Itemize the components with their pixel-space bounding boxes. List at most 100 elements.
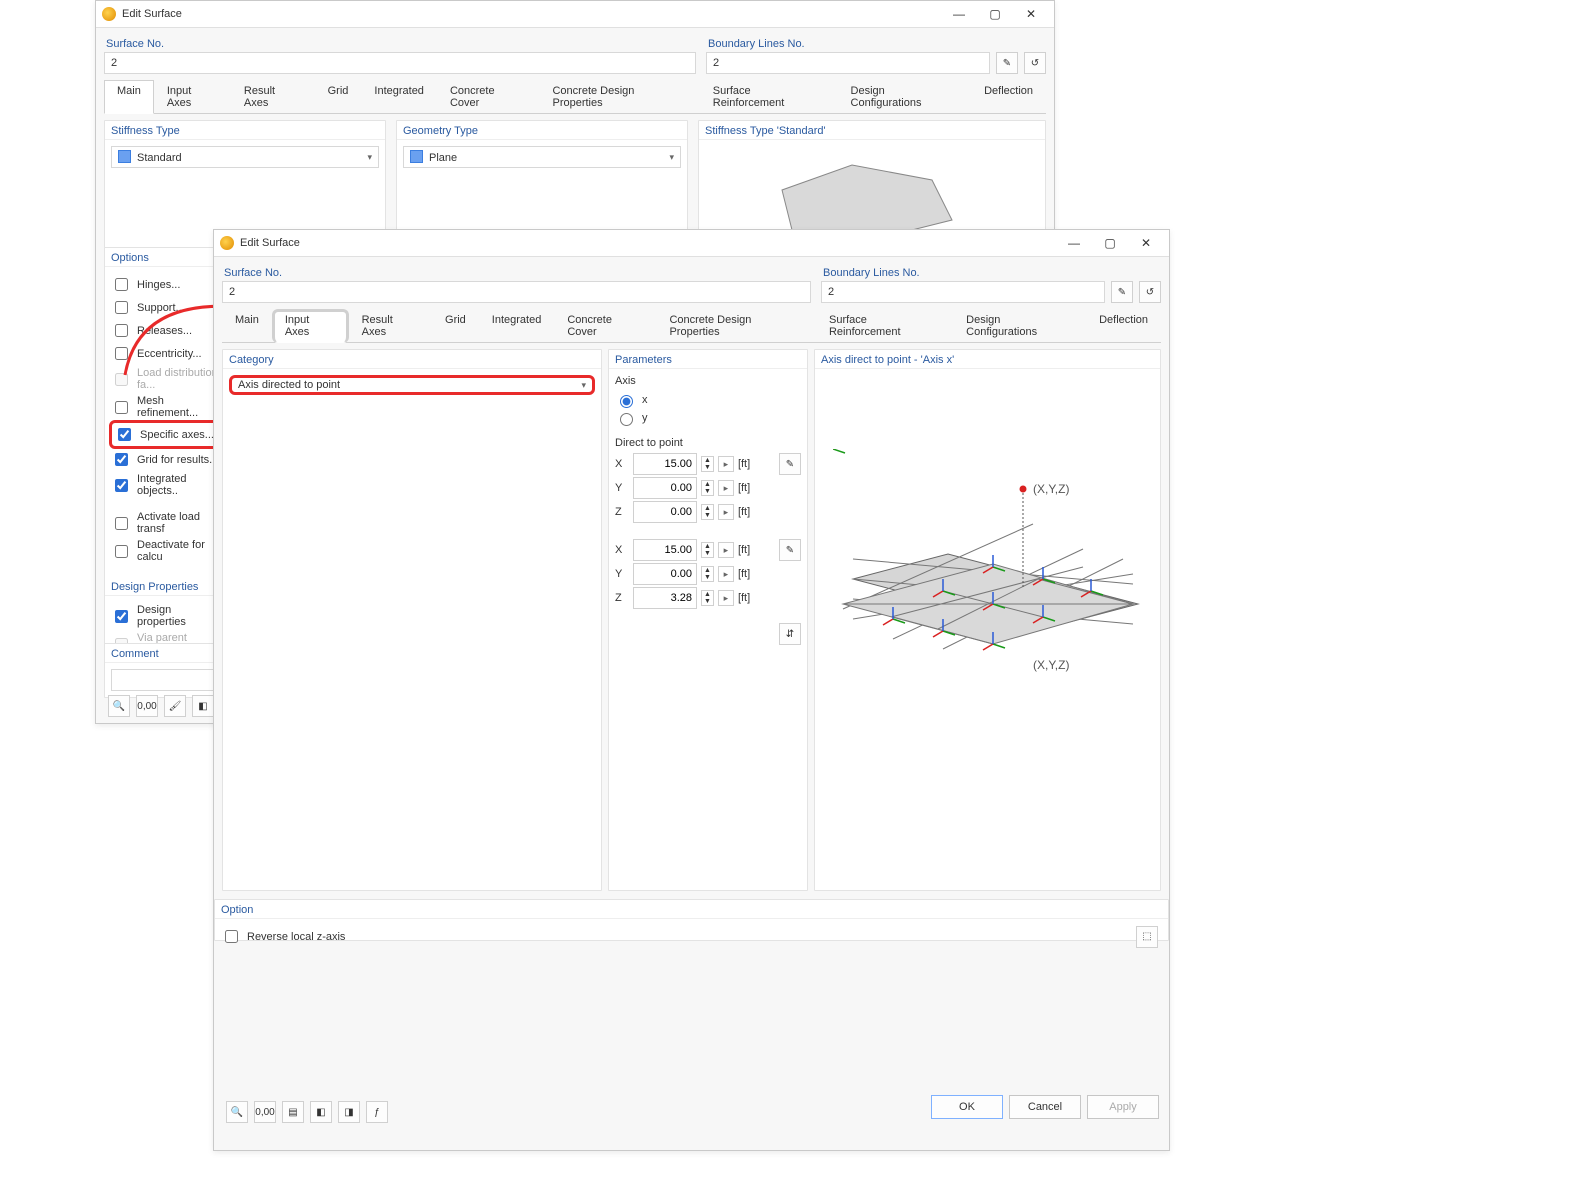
loop-button[interactable]: ↺ <box>1139 281 1161 303</box>
coord2-x[interactable] <box>633 539 697 561</box>
coord2-z[interactable] <box>633 587 697 609</box>
help-icon[interactable]: 🔍 <box>108 695 130 717</box>
surface-no-label: Surface No. <box>222 263 811 281</box>
color-icon[interactable]: 🖌 <box>164 695 186 717</box>
coord2-y[interactable] <box>633 563 697 585</box>
tb4-icon[interactable]: ◧ <box>310 1101 332 1123</box>
coord1-x[interactable] <box>633 453 697 475</box>
pick-lines-button[interactable]: ✎ <box>1111 281 1133 303</box>
option-deactivate-for-calcu[interactable]: Deactivate for calcu <box>111 537 219 565</box>
cancel-button[interactable]: Cancel <box>1009 1095 1081 1119</box>
tb5-icon[interactable]: ◨ <box>338 1101 360 1123</box>
spin-button[interactable]: ▲▼ <box>701 456 714 472</box>
option-mesh-refinement[interactable]: Mesh refinement... <box>111 393 219 421</box>
tab-result-axes[interactable]: Result Axes <box>349 309 432 342</box>
extra1-icon[interactable]: ◧ <box>192 695 214 717</box>
option-integrated-objects[interactable]: Integrated objects.. <box>111 471 219 499</box>
tab-input-axes[interactable]: Input Axes <box>272 309 349 343</box>
locate-button[interactable]: ✎ <box>779 539 801 561</box>
units-icon[interactable]: 0,00 <box>136 695 158 717</box>
pick-lines-button[interactable]: ✎ <box>996 52 1018 74</box>
titlebar[interactable]: Edit Surface — ▢ ✕ <box>214 230 1169 257</box>
locate-button[interactable]: ✎ <box>779 453 801 475</box>
pick-icon[interactable]: ▸ <box>718 590 734 606</box>
help-icon[interactable]: 🔍 <box>226 1101 248 1123</box>
tab-concrete-cover[interactable]: Concrete Cover <box>554 309 656 342</box>
pick-icon[interactable]: ▸ <box>718 504 734 520</box>
tab-surface-reinforcement[interactable]: Surface Reinforcement <box>816 309 953 342</box>
tab-main[interactable]: Main <box>222 309 272 342</box>
tab-integrated[interactable]: Integrated <box>361 80 437 113</box>
tab-deflection[interactable]: Deflection <box>971 80 1046 113</box>
spin-button[interactable]: ▲▼ <box>701 504 714 520</box>
boundary-lines-label: Boundary Lines No. <box>706 34 1046 52</box>
boundary-lines-input[interactable]: 2 <box>821 281 1105 303</box>
surface-no-input[interactable]: 2 <box>222 281 811 303</box>
option-support[interactable]: Support... <box>111 296 219 319</box>
tab-deflection[interactable]: Deflection <box>1086 309 1161 342</box>
tabs: Main Input Axes Result Axes Grid Integra… <box>222 309 1161 343</box>
preview-axis-label: Axis direct to point - 'Axis x' <box>815 350 1160 369</box>
spin-button[interactable]: ▲▼ <box>701 480 714 496</box>
maximize-button[interactable]: ▢ <box>978 4 1012 24</box>
tab-main[interactable]: Main <box>104 80 154 114</box>
tab-design-configurations[interactable]: Design Configurations <box>953 309 1086 342</box>
comment-input[interactable] <box>111 669 219 691</box>
titlebar[interactable]: Edit Surface — ▢ ✕ <box>96 1 1054 28</box>
geometry-type-combo[interactable]: Plane ▾ <box>403 146 681 168</box>
tab-design-configurations[interactable]: Design Configurations <box>838 80 972 113</box>
option-label: Option <box>215 900 1168 919</box>
option-hinges[interactable]: Hinges... <box>111 273 219 296</box>
options-label: Options <box>105 248 225 267</box>
align-button[interactable]: ⬚ <box>1136 926 1158 948</box>
close-button[interactable]: ✕ <box>1129 233 1163 253</box>
preview-3d: (X,Y,Z) (X,Y,Z) <box>833 449 1143 639</box>
anno-bottom: (X,Y,Z) <box>1033 658 1069 672</box>
tab-grid[interactable]: Grid <box>315 80 362 113</box>
axis-x-radio[interactable]: x <box>615 391 801 409</box>
maximize-button[interactable]: ▢ <box>1093 233 1127 253</box>
pick-icon[interactable]: ▸ <box>718 480 734 496</box>
tab-result-axes[interactable]: Result Axes <box>231 80 315 113</box>
spin-button[interactable]: ▲▼ <box>701 566 714 582</box>
minimize-button[interactable]: — <box>942 4 976 24</box>
units-icon[interactable]: 0,00 <box>254 1101 276 1123</box>
swap-button[interactable]: ⇵ <box>779 623 801 645</box>
app-icon <box>102 7 116 21</box>
option-activate-load-transf[interactable]: Activate load transf <box>111 509 219 537</box>
tab-surface-reinforcement[interactable]: Surface Reinforcement <box>700 80 838 113</box>
tab-concrete-design-props[interactable]: Concrete Design Properties <box>656 309 816 342</box>
tab-grid[interactable]: Grid <box>432 309 479 342</box>
design-design-properties[interactable]: Design properties <box>111 602 219 630</box>
tab-integrated[interactable]: Integrated <box>479 309 555 342</box>
apply-button[interactable]: Apply <box>1087 1095 1159 1119</box>
chevron-down-icon: ▾ <box>581 380 586 391</box>
coord1-y[interactable] <box>633 477 697 499</box>
minimize-button[interactable]: — <box>1057 233 1091 253</box>
axis-y-radio[interactable]: y <box>615 409 801 427</box>
category-combo[interactable]: Axis directed to point ▾ <box>229 375 595 395</box>
surface-no-input[interactable]: 2 <box>104 52 696 74</box>
coord1-z[interactable] <box>633 501 697 523</box>
stiffness-type-combo[interactable]: Standard ▾ <box>111 146 379 168</box>
tb6-icon[interactable]: ƒ <box>366 1101 388 1123</box>
pick-icon[interactable]: ▸ <box>718 566 734 582</box>
tab-concrete-design-props[interactable]: Concrete Design Properties <box>539 80 699 113</box>
option-grid-for-results[interactable]: Grid for results... <box>111 448 219 471</box>
tab-input-axes[interactable]: Input Axes <box>154 80 231 113</box>
pick-icon[interactable]: ▸ <box>718 456 734 472</box>
ok-button[interactable]: OK <box>931 1095 1003 1119</box>
pick-icon[interactable]: ▸ <box>718 542 734 558</box>
tb3-icon[interactable]: ▤ <box>282 1101 304 1123</box>
spin-button[interactable]: ▲▼ <box>701 590 714 606</box>
boundary-lines-input[interactable]: 2 <box>706 52 990 74</box>
close-button[interactable]: ✕ <box>1014 4 1048 24</box>
spin-button[interactable]: ▲▼ <box>701 542 714 558</box>
reverse-checkbox[interactable]: Reverse local z-axis <box>221 925 345 948</box>
option-eccentricity[interactable]: Eccentricity... <box>111 342 219 365</box>
option-releases[interactable]: Releases... <box>111 319 219 342</box>
option-specific-axes[interactable]: Specific axes... <box>114 423 216 446</box>
category-label: Category <box>223 350 601 369</box>
tab-concrete-cover[interactable]: Concrete Cover <box>437 80 540 113</box>
loop-button[interactable]: ↺ <box>1024 52 1046 74</box>
